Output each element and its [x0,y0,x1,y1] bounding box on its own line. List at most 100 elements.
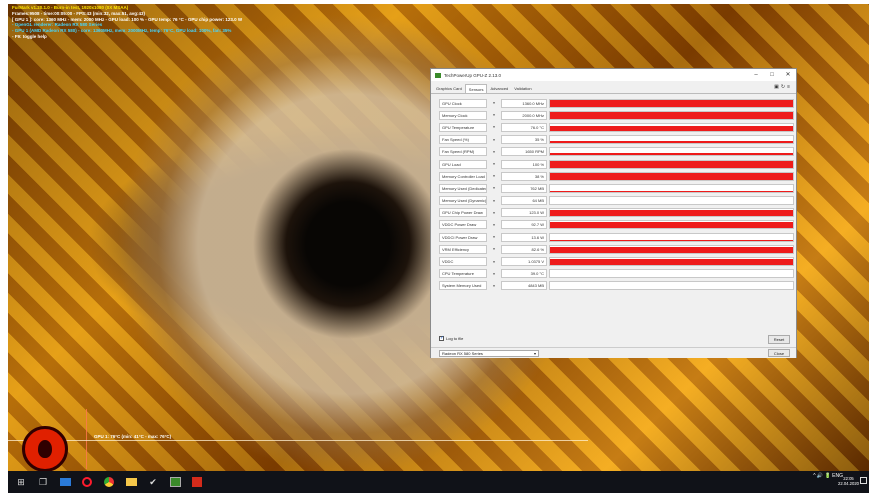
sensor-value: 92.7 W [501,220,547,230]
tab-sensors[interactable]: Sensors [464,84,488,93]
sensor-dropdown-icon[interactable]: ▾ [487,260,501,264]
sensor-name: VDDC [439,257,487,267]
sensor-row: GPU Chip Power Draw ▾ 123.0 W [439,207,794,219]
close-window-button[interactable]: ✕ [780,69,796,81]
gpu-select-dropdown[interactable]: Radeon RX 580 Series ▾ [439,350,539,357]
sensor-graph[interactable] [549,135,794,145]
sensor-graph[interactable] [549,122,794,132]
sensor-dropdown-icon[interactable]: ▾ [487,162,501,166]
furmark-osd: FurMark v1.20.1.0 - Burn-in test, 1920x1… [10,4,286,58]
sensor-graph[interactable] [549,110,794,120]
sensor-graph[interactable] [549,244,794,254]
sensor-row: GPU Load ▾ 100 % [439,158,794,170]
sensor-row: System Memory Used ▾ 4843 MB [439,280,794,292]
sensor-graph[interactable] [549,269,794,279]
sensor-dropdown-icon[interactable]: ▾ [487,247,501,251]
sensor-graph[interactable] [549,159,794,169]
sensor-value: 82.6 % [501,244,547,254]
sensor-dropdown-icon[interactable]: ▾ [487,199,501,203]
camera-icon[interactable]: ▣ [774,84,779,90]
close-button[interactable]: Close [768,349,790,357]
sensor-name: VDDC Power Draw [439,220,487,230]
sensor-graph[interactable] [549,281,794,291]
mail-icon[interactable] [124,475,138,489]
sensor-graph[interactable] [549,171,794,181]
temperature-graph-marker [86,409,87,469]
sensor-graph[interactable] [549,98,794,108]
chrome-icon[interactable] [102,475,116,489]
log-to-file-label: Log to file [446,336,464,341]
osd-line: - F9: toggle help [12,33,47,39]
sensor-value: 13.6 W [501,232,547,242]
sensor-dropdown-icon[interactable]: ▾ [487,101,501,105]
sensor-graph[interactable] [549,257,794,267]
sensor-dropdown-icon[interactable]: ▾ [487,211,501,215]
sensor-name: Memory Used (Dynamic) [439,196,487,206]
sensor-graph[interactable] [549,196,794,206]
sensor-graph-fill [550,209,793,217]
sensor-value: 123.0 W [501,208,547,218]
sensor-row: GPU Clock ▾ 1360.0 MHz [439,97,794,109]
sensor-value: 38 % [501,171,547,181]
sensor-dropdown-icon[interactable]: ▾ [487,150,501,154]
tab-validation[interactable]: Validation [511,84,534,93]
sensor-graph[interactable] [549,208,794,218]
sensor-row: Fan Speed (%) ▾ 35 % [439,134,794,146]
sensor-dropdown-icon[interactable]: ▾ [487,284,501,288]
sensor-value: 76.0 °C [501,122,547,132]
taskbar: ⊞ ❐ ✔ ^ 🔊 🔋 ENG 22:05 22.04.2020 [8,471,869,493]
window-title: TechPowerUp GPU-Z 2.13.0 [444,72,502,78]
sensor-dropdown-icon[interactable]: ▾ [487,174,501,178]
taskbar-clock[interactable]: 22:05 22.04.2020 [838,476,859,486]
sensor-dropdown-icon[interactable]: ▾ [487,113,501,117]
sensor-row: VDDC ▾ 1.0375 V [439,255,794,267]
maximize-button[interactable]: □ [764,69,780,81]
tab-bar: Graphics Card Sensors Advanced Validatio… [431,84,796,94]
tab-graphics-card[interactable]: Graphics Card [433,84,465,93]
sensor-dropdown-icon[interactable]: ▾ [487,138,501,142]
opera-icon[interactable] [80,475,94,489]
sensor-dropdown-icon[interactable]: ▾ [487,186,501,190]
sensor-graph-fill [550,246,793,253]
store-icon[interactable]: ✔ [146,475,160,489]
sensor-name: CPU Temperature [439,269,487,279]
gpu-select-value: Radeon RX 580 Series [442,351,483,356]
sensor-graph[interactable] [549,232,794,242]
menu-icon[interactable]: ≡ [787,84,790,90]
sensor-graph[interactable] [549,183,794,193]
sensor-graph-fill [550,191,793,192]
sensor-dropdown-icon[interactable]: ▾ [487,235,501,239]
log-to-file[interactable]: Log to file [439,335,464,341]
log-to-file-checkbox[interactable] [439,335,444,341]
sensor-dropdown-icon[interactable]: ▾ [487,125,501,129]
windows-start-icon[interactable]: ⊞ [14,475,28,489]
minimize-button[interactable]: – [748,69,764,81]
sensor-graph-fill [550,125,793,131]
window-titlebar[interactable]: TechPowerUp GPU-Z 2.13.0 – □ ✕ [431,69,796,81]
tab-advanced[interactable]: Advanced [487,84,511,93]
window-footer: Radeon RX 580 Series ▾ Close [431,347,796,358]
temperature-graph-label: GPU 1: 76°C (min: 41°C - max: 76°C) [94,434,172,439]
sensor-dropdown-icon[interactable]: ▾ [487,272,501,276]
notification-center-icon[interactable] [860,477,867,484]
task-view-icon[interactable]: ❐ [36,475,50,489]
furmark-icon[interactable] [190,475,204,489]
file-explorer-icon[interactable] [58,475,72,489]
reset-button[interactable]: Reset [768,335,790,344]
refresh-icon[interactable]: ↻ [781,84,785,90]
sensor-graph-fill [550,141,793,144]
sensor-dropdown-icon[interactable]: ▾ [487,223,501,227]
sensor-graph-fill [550,160,793,168]
sensor-name: VRM Efficiency [439,244,487,254]
chevron-down-icon: ▾ [533,351,536,356]
sensor-graph-fill [550,259,793,266]
sensor-row: Memory Used (Dynamic) ▾ 64 MB [439,195,794,207]
gpuz-icon[interactable] [168,475,182,489]
sensor-row: CPU Temperature ▾ 39.0 °C [439,268,794,280]
sensor-graph[interactable] [549,220,794,230]
sensor-graph[interactable] [549,147,794,157]
sensor-value: 1360.0 MHz [501,98,547,108]
sensor-row: VDDC Power Draw ▾ 92.7 W [439,219,794,231]
sensor-row: Memory Used (Dedicated) ▾ 762 MB [439,182,794,194]
sensor-name: GPU Load [439,159,487,169]
